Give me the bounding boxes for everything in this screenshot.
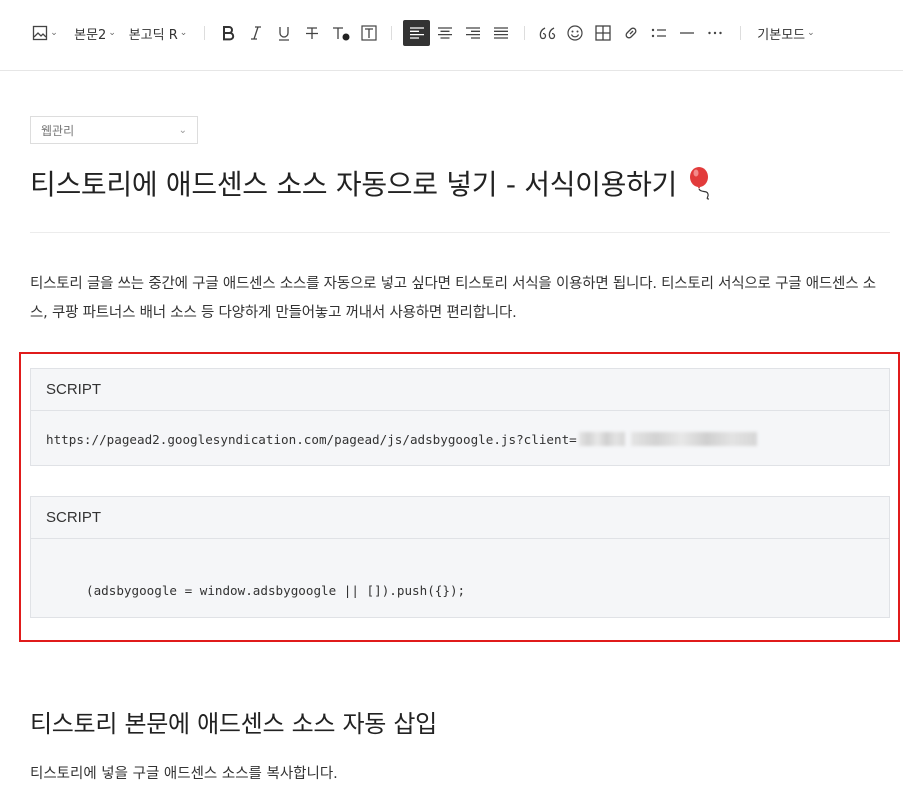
section-heading[interactable]: 티스토리 본문에 애드센스 소스 자동 삽입 bbox=[30, 704, 437, 739]
quote-icon bbox=[539, 27, 555, 40]
italic-icon bbox=[251, 26, 261, 40]
code-block[interactable]: SCRIPT https://pagead2.googlesyndication… bbox=[30, 368, 890, 466]
bold-icon bbox=[223, 26, 235, 41]
emoji-button[interactable] bbox=[563, 20, 587, 46]
code-block-label: SCRIPT bbox=[31, 497, 889, 539]
category-select[interactable]: 웹관리 ⌄ bbox=[30, 116, 198, 144]
divider-icon bbox=[680, 32, 694, 34]
align-left-icon bbox=[409, 27, 424, 39]
align-justify-button[interactable] bbox=[488, 20, 514, 46]
more-button[interactable] bbox=[703, 20, 727, 46]
align-center-button[interactable] bbox=[432, 20, 458, 46]
font-dropdown[interactable]: 본고딕 R ⌄ bbox=[127, 20, 189, 46]
code-block-content: (adsbygoogle = window.adsbygoogle || [])… bbox=[31, 539, 889, 619]
toolbar-divider bbox=[740, 26, 741, 40]
code-text: https://pagead2.googlesyndication.com/pa… bbox=[46, 431, 577, 447]
align-right-button[interactable] bbox=[460, 20, 486, 46]
text-color-icon bbox=[333, 27, 350, 41]
category-value: 웹관리 bbox=[41, 123, 75, 138]
font-label: 본고딕 R bbox=[128, 27, 178, 43]
link-icon bbox=[625, 27, 637, 39]
balloon-icon bbox=[690, 167, 710, 200]
underline-icon bbox=[279, 27, 289, 41]
code-block[interactable]: SCRIPT (adsbygoogle = window.adsbygoogle… bbox=[30, 496, 890, 618]
title-divider bbox=[30, 232, 890, 233]
align-left-button[interactable] bbox=[403, 20, 430, 46]
strikethrough-button[interactable] bbox=[300, 20, 324, 46]
emoji-icon bbox=[567, 25, 583, 41]
chevron-down-icon: ⌄ bbox=[807, 28, 815, 38]
redacted-value bbox=[630, 432, 757, 446]
align-justify-icon bbox=[494, 27, 508, 39]
link-button[interactable] bbox=[619, 20, 643, 46]
code-text: (adsbygoogle = window.adsbygoogle || [])… bbox=[86, 582, 466, 598]
align-center-icon bbox=[438, 27, 452, 39]
toolbar-divider bbox=[204, 26, 205, 40]
align-right-icon bbox=[466, 27, 480, 39]
bold-button[interactable] bbox=[216, 20, 240, 46]
italic-button[interactable] bbox=[244, 20, 268, 46]
strikethrough-icon bbox=[306, 27, 318, 39]
code-block-content: https://pagead2.googlesyndication.com/pa… bbox=[31, 411, 889, 467]
code-block-label: SCRIPT bbox=[31, 369, 889, 411]
paragraph-style-label: 본문2 bbox=[74, 27, 107, 43]
post-title-text: 티스토리에 애드센스 소스 자동으로 넣기 - 서식이용하기 bbox=[30, 168, 677, 201]
chevron-down-icon: ⌄ bbox=[50, 28, 58, 38]
paragraph-style-dropdown[interactable]: 본문2 ⌄ bbox=[72, 20, 118, 46]
chevron-down-icon: ⌄ bbox=[108, 28, 116, 38]
redacted-value bbox=[578, 432, 625, 446]
editor-mode-dropdown[interactable]: 기본모드 ⌄ bbox=[755, 20, 817, 46]
divider-button[interactable] bbox=[675, 20, 699, 46]
insert-image-button[interactable]: ⌄ bbox=[32, 20, 58, 46]
list-icon bbox=[651, 28, 666, 38]
text-background-icon bbox=[361, 25, 377, 41]
text-color-button[interactable] bbox=[328, 20, 354, 46]
table-button[interactable] bbox=[591, 20, 615, 46]
intro-paragraph[interactable]: 티스토리 글을 쓰는 중간에 구글 애드센스 소스를 자동으로 넣고 싶다면 티… bbox=[30, 270, 892, 328]
quote-button[interactable] bbox=[535, 20, 559, 46]
toolbar-divider bbox=[524, 26, 525, 40]
list-button[interactable] bbox=[647, 20, 671, 46]
text-background-button[interactable] bbox=[357, 20, 381, 46]
image-icon bbox=[33, 25, 48, 41]
chevron-down-icon: ⌄ bbox=[178, 124, 187, 136]
section-paragraph[interactable]: 티스토리에 넣을 구글 애드센스 소스를 복사합니다. bbox=[30, 762, 338, 783]
editor-toolbar: ⌄ 본문2 ⌄ 본고딕 R ⌄ 기본모드 ⌄ bbox=[0, 0, 903, 71]
toolbar-divider bbox=[391, 26, 392, 40]
table-icon bbox=[595, 25, 611, 41]
chevron-down-icon: ⌄ bbox=[179, 28, 188, 38]
underline-button[interactable] bbox=[272, 20, 296, 46]
editor-mode-label: 기본모드 bbox=[757, 27, 806, 43]
more-icon bbox=[708, 31, 722, 35]
post-title[interactable]: 티스토리에 애드센스 소스 자동으로 넣기 - 서식이용하기 bbox=[30, 163, 715, 203]
